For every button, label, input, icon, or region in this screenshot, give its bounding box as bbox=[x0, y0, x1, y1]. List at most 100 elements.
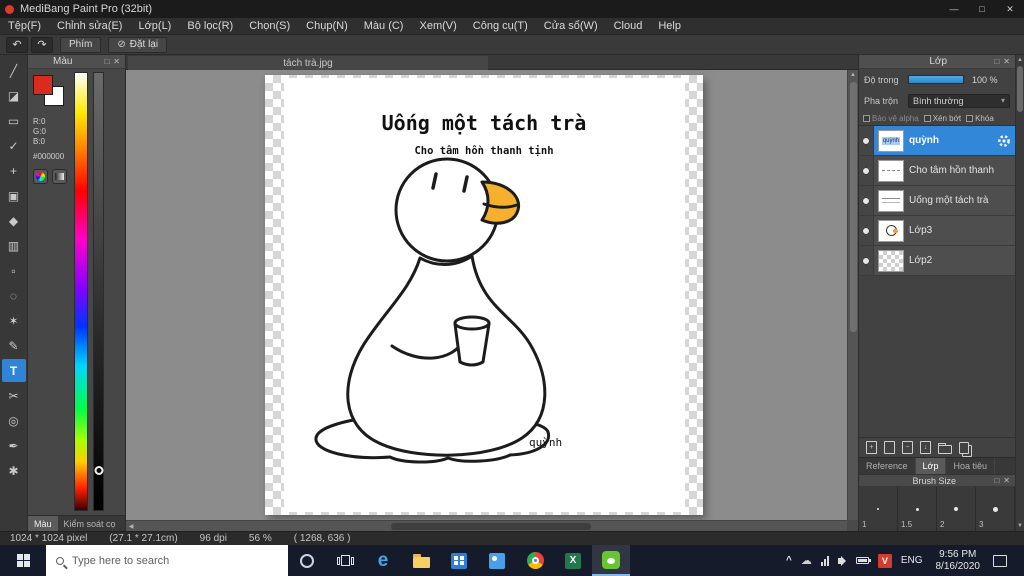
task-view-button[interactable] bbox=[326, 545, 364, 576]
artboard[interactable]: Uống một tách trà Cho tâm hồn thanh tịnh… bbox=[265, 75, 703, 515]
close-icon[interactable]: ✕ bbox=[111, 57, 122, 66]
photos-button[interactable] bbox=[478, 545, 516, 576]
delete-layer-icon[interactable]: − bbox=[902, 441, 913, 454]
smudge-tool[interactable]: ✓ bbox=[2, 134, 26, 157]
add-layer-icon[interactable]: + bbox=[866, 441, 877, 454]
start-button[interactable] bbox=[0, 545, 46, 576]
menu-color[interactable]: Màu (C) bbox=[356, 18, 412, 35]
minimize-button[interactable]: — bbox=[940, 0, 968, 18]
color-wheel-button[interactable] bbox=[33, 169, 48, 184]
vertical-scroll-thumb[interactable] bbox=[849, 82, 857, 332]
layer-visibility-toggle[interactable] bbox=[859, 216, 874, 245]
scroll-left-icon[interactable]: ◀ bbox=[126, 521, 136, 531]
popout-icon[interactable]: □ bbox=[992, 476, 1001, 485]
menu-file[interactable]: Tệp(F) bbox=[0, 18, 49, 35]
bucket-tool[interactable]: ◆ bbox=[2, 209, 26, 232]
protect-alpha-checkbox[interactable]: Bảo vệ alpha bbox=[863, 114, 919, 123]
excel-button[interactable]: X bbox=[554, 545, 592, 576]
tab-color[interactable]: Màu bbox=[28, 516, 58, 531]
layer-row[interactable]: Uống một tách trà bbox=[859, 186, 1015, 216]
close-button[interactable]: ✕ bbox=[996, 0, 1024, 18]
layer-row[interactable]: Cho tâm hồn thanh bbox=[859, 156, 1015, 186]
brush-size-option[interactable]: 2 bbox=[937, 487, 976, 531]
transfer-layer-icon[interactable]: ↓ bbox=[920, 441, 931, 454]
scroll-up-icon[interactable]: ▲ bbox=[1017, 55, 1023, 65]
layer-row[interactable]: Lớp3 bbox=[859, 216, 1015, 246]
tab-navigator[interactable]: Hoa tiêu bbox=[946, 458, 995, 474]
dock-scroll-thumb[interactable] bbox=[1017, 66, 1023, 112]
magic-wand-tool[interactable]: ✶ bbox=[2, 309, 26, 332]
hidden-icons-chevron[interactable]: ^ bbox=[786, 555, 792, 566]
vietnamese-input-icon[interactable]: V bbox=[877, 553, 892, 568]
brightness-knob[interactable] bbox=[94, 466, 103, 476]
undo-button[interactable]: ↶ bbox=[6, 36, 28, 53]
action-center-icon[interactable] bbox=[993, 554, 1007, 567]
chrome-button[interactable] bbox=[516, 545, 554, 576]
layer-settings-gear-icon[interactable] bbox=[997, 134, 1011, 148]
volume-icon[interactable] bbox=[837, 555, 846, 566]
maximize-button[interactable]: □ bbox=[968, 0, 996, 18]
clipping-checkbox[interactable]: Xén bớt bbox=[923, 114, 961, 123]
scroll-up-icon[interactable]: ▲ bbox=[848, 70, 858, 80]
canvas-viewport[interactable]: Uống một tách trà Cho tâm hồn thanh tịnh… bbox=[126, 70, 847, 520]
brush-size-option[interactable]: 3 bbox=[976, 487, 1015, 531]
clock[interactable]: 9:56 PM 8/16/2020 bbox=[932, 549, 985, 573]
document-tab[interactable]: tách trà.jpg bbox=[128, 56, 488, 70]
reset-button[interactable]: ⊘ Đặt lại bbox=[108, 36, 168, 53]
lock-checkbox[interactable]: Khóa bbox=[966, 114, 994, 123]
menu-tools[interactable]: Công cụ(T) bbox=[465, 18, 536, 35]
eyedropper-tool[interactable]: ◎ bbox=[2, 409, 26, 432]
tab-layers[interactable]: Lớp bbox=[915, 458, 947, 474]
keys-button[interactable]: Phím bbox=[60, 36, 102, 53]
search-input[interactable]: Type here to search bbox=[46, 545, 288, 576]
tab-brush-control[interactable]: Kiểm soát cọ bbox=[58, 516, 122, 531]
menu-window[interactable]: Cửa sổ(W) bbox=[536, 18, 606, 35]
new-folder-icon[interactable] bbox=[938, 442, 952, 454]
cortana-button[interactable] bbox=[288, 545, 326, 576]
menu-cloud[interactable]: Cloud bbox=[606, 18, 651, 35]
brush-tool[interactable]: ╱ bbox=[2, 59, 26, 82]
opacity-slider[interactable] bbox=[908, 75, 964, 84]
gradient-tool[interactable]: ▥ bbox=[2, 234, 26, 257]
lasso-tool[interactable]: ◌ bbox=[2, 284, 26, 307]
brush-size-option[interactable]: 1 bbox=[859, 487, 898, 531]
layer-row[interactable]: Lớp2 bbox=[859, 246, 1015, 276]
canvas-vertical-scrollbar[interactable]: ▲ bbox=[847, 70, 858, 520]
move-tool[interactable]: + bbox=[2, 159, 26, 182]
select-eraser-tool[interactable]: ✂ bbox=[2, 384, 26, 407]
text-tool[interactable]: T bbox=[1, 359, 26, 382]
dock-scrollbar[interactable]: ▲ ▼ bbox=[1015, 55, 1024, 531]
menu-select[interactable]: Chọn(S) bbox=[241, 18, 298, 35]
select-tool[interactable]: ▫ bbox=[2, 259, 26, 282]
language-indicator[interactable]: ENG bbox=[901, 555, 923, 566]
blend-mode-dropdown[interactable]: Bình thường ▾ bbox=[908, 93, 1010, 108]
layer-visibility-toggle[interactable] bbox=[859, 156, 874, 185]
merge-layer-icon[interactable] bbox=[959, 441, 969, 454]
horizontal-scroll-thumb[interactable] bbox=[391, 522, 591, 530]
edge-button[interactable]: e bbox=[364, 545, 402, 576]
menu-capture[interactable]: Chụp(N) bbox=[298, 18, 356, 35]
onedrive-cloud-icon[interactable]: ☁ bbox=[801, 554, 812, 567]
layer-row[interactable]: quỳnh quỳnh bbox=[859, 126, 1015, 156]
menu-help[interactable]: Help bbox=[650, 18, 689, 35]
network-icon[interactable] bbox=[820, 555, 829, 566]
brush-size-option[interactable]: 1.5 bbox=[898, 487, 937, 531]
layer-visibility-toggle[interactable] bbox=[859, 246, 874, 275]
layer-visibility-toggle[interactable] bbox=[859, 186, 874, 215]
duplicate-layer-icon[interactable] bbox=[884, 441, 895, 454]
redo-button[interactable]: ↷ bbox=[31, 36, 53, 53]
hue-bar[interactable] bbox=[74, 72, 88, 511]
close-icon[interactable]: ✕ bbox=[1001, 476, 1012, 485]
select-pen-tool[interactable]: ✎ bbox=[2, 334, 26, 357]
menu-edit[interactable]: Chỉnh sửa(E) bbox=[49, 18, 130, 35]
shape-fill-tool[interactable]: ▣ bbox=[2, 184, 26, 207]
menu-view[interactable]: Xem(V) bbox=[411, 18, 464, 35]
file-explorer-button[interactable] bbox=[402, 545, 440, 576]
menu-layer[interactable]: Lớp(L) bbox=[130, 18, 179, 35]
marquee-tool[interactable]: ▭ bbox=[2, 109, 26, 132]
close-icon[interactable]: ✕ bbox=[1001, 57, 1012, 66]
color-slider-button[interactable] bbox=[52, 169, 67, 184]
tab-reference[interactable]: Reference bbox=[859, 458, 916, 474]
pen-tool[interactable]: ✒ bbox=[2, 434, 26, 457]
menu-filter[interactable]: Bộ lọc(R) bbox=[179, 18, 241, 35]
